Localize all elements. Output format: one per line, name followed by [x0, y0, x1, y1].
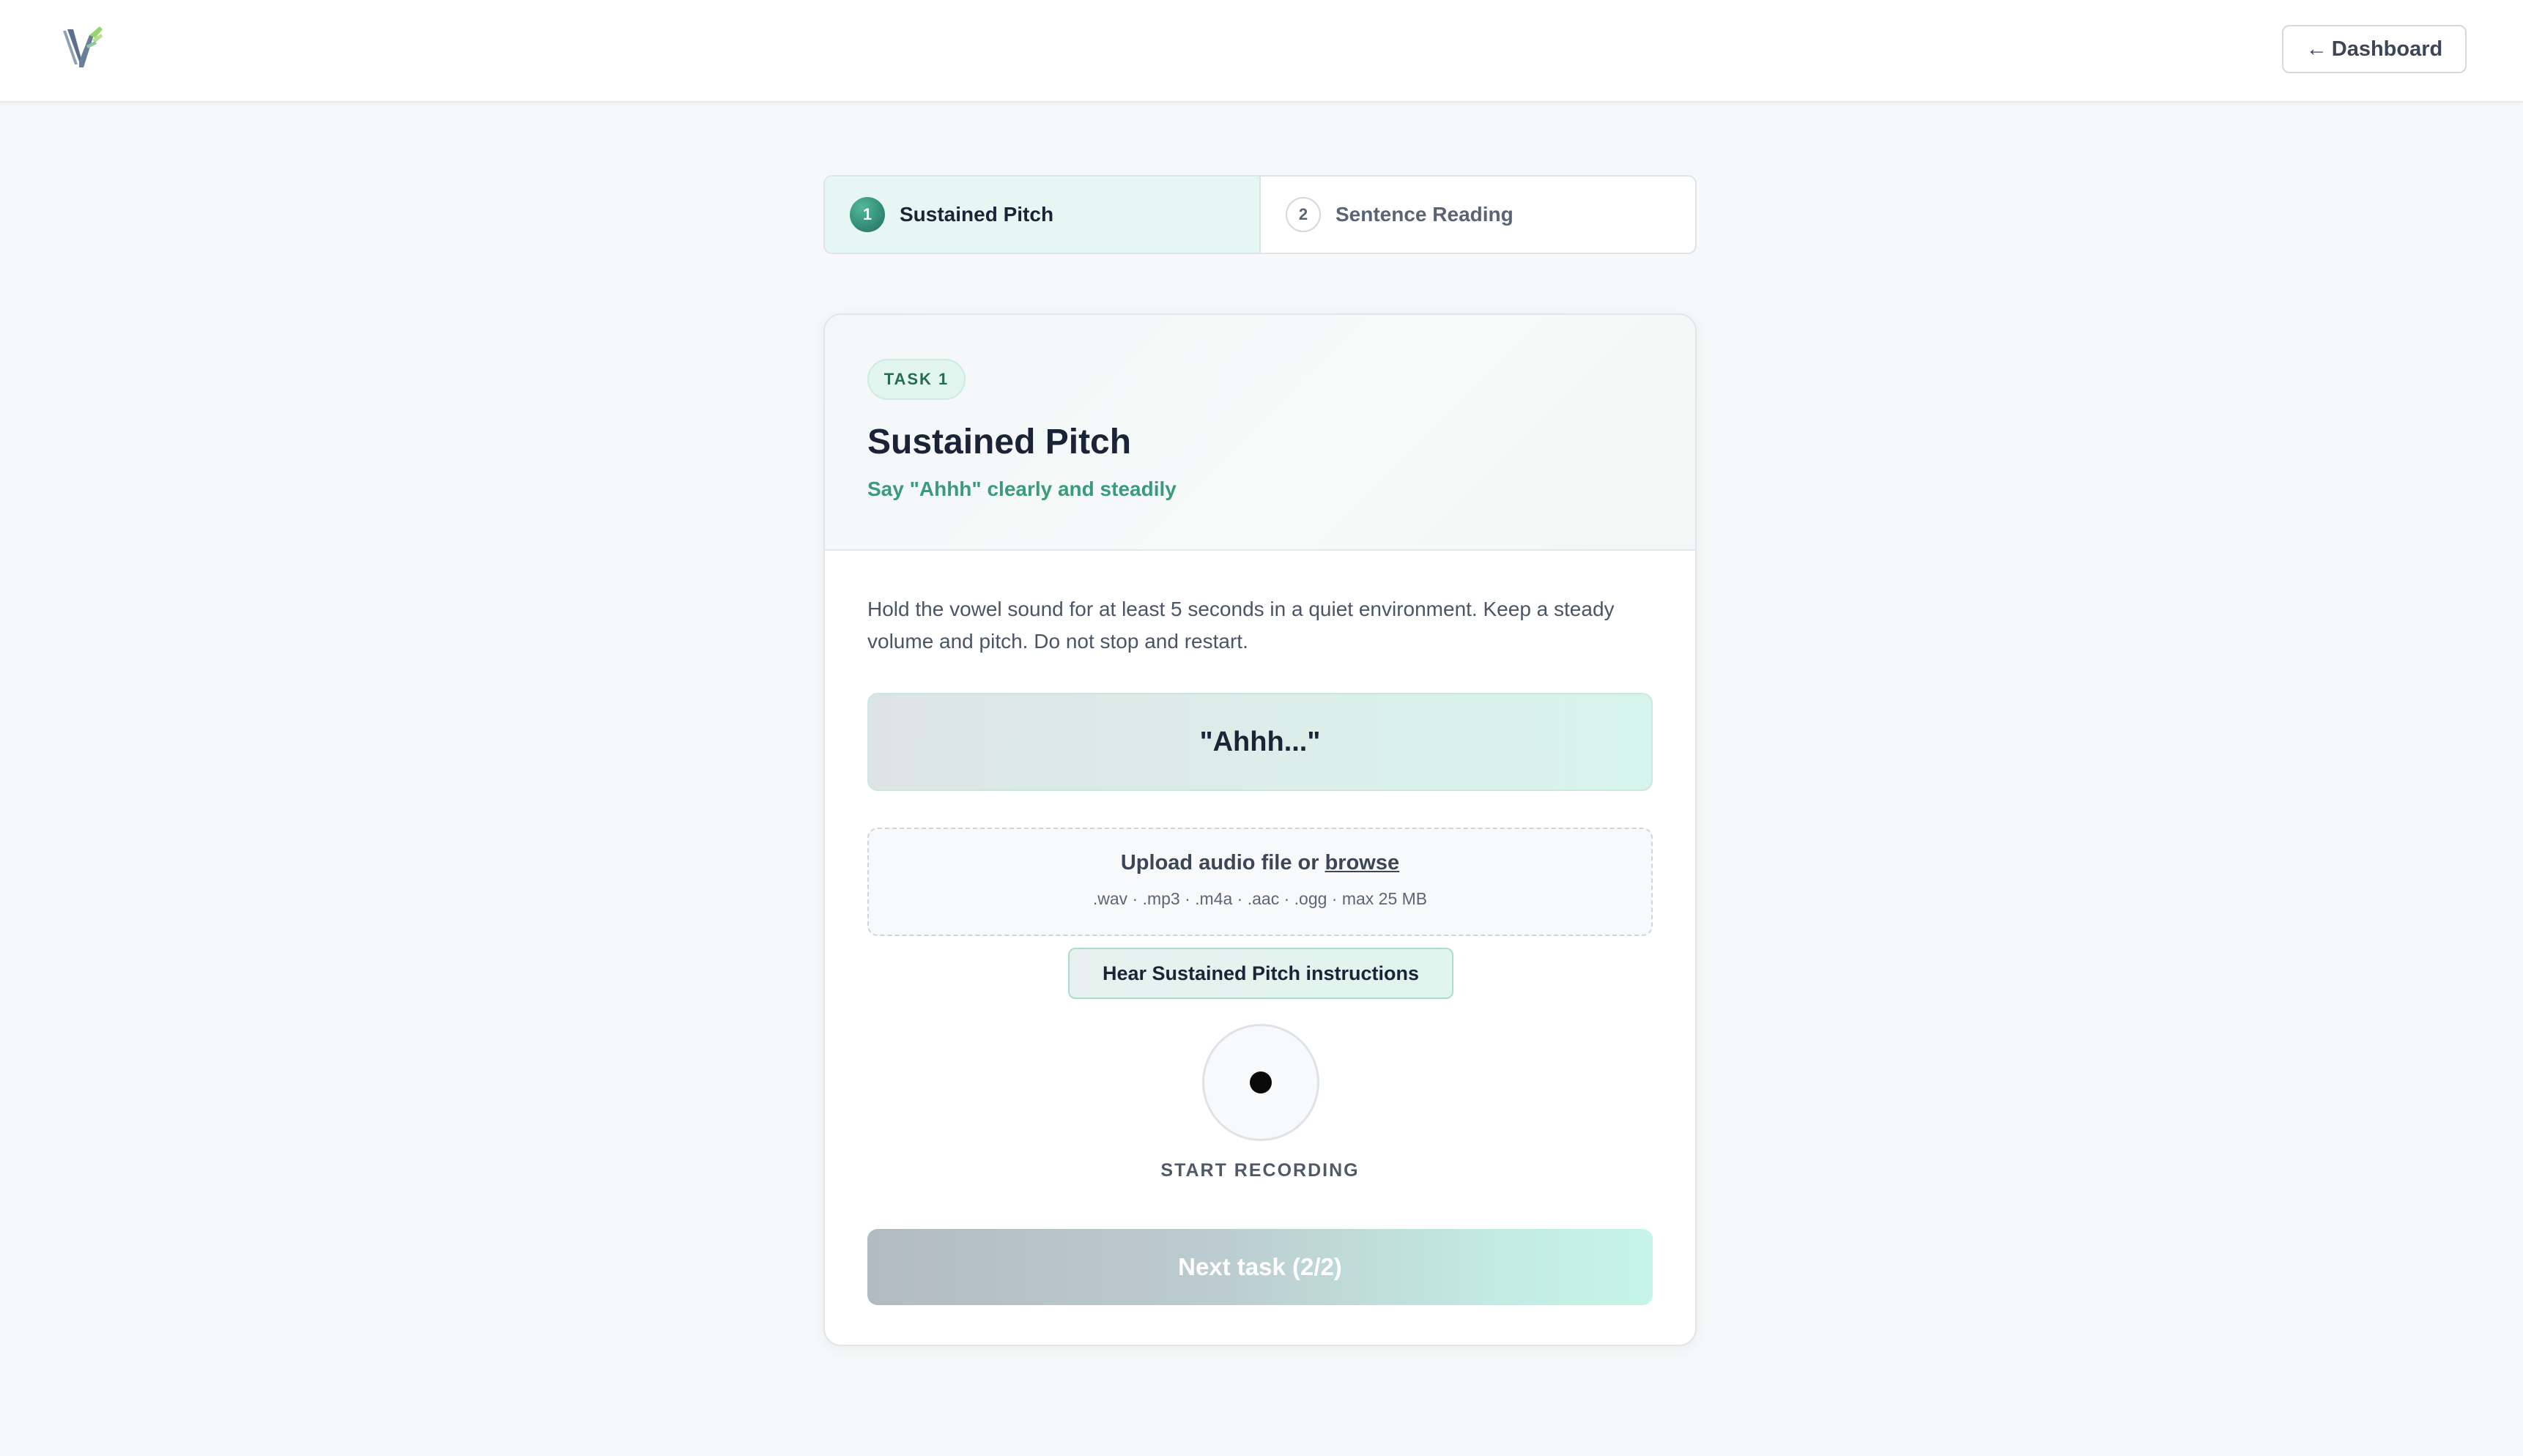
task-stepper: 1 Sustained Pitch 2 Sentence Reading — [823, 175, 1697, 254]
arrow-left-icon: ← — [2305, 37, 2327, 61]
next-task-button[interactable]: Next task (2/2) — [867, 1229, 1653, 1305]
task-badge: TASK 1 — [867, 359, 966, 400]
upload-formats: .wav · .mp3 · .m4a · .aac · .ogg · max 2… — [1092, 889, 1428, 908]
task-card-header: TASK 1 Sustained Pitch Say "Ahhh" clearl… — [825, 315, 1695, 551]
step-label: Sustained Pitch — [900, 203, 1054, 226]
upload-label: Upload audio file or browse — [869, 851, 1651, 875]
vocal-prompt: "Ahhh..." — [867, 693, 1653, 791]
task-subtitle: Say "Ahhh" clearly and steadily — [867, 478, 1177, 500]
step-label: Sentence Reading — [1335, 203, 1514, 226]
hear-instructions-button[interactable]: Hear Sustained Pitch instructions — [1068, 948, 1453, 999]
browse-link[interactable]: browse — [1325, 851, 1400, 874]
audio-upload-dropzone[interactable]: Upload audio file or browse .wav · .mp3 … — [867, 828, 1653, 936]
record-dot-icon — [1250, 1071, 1272, 1093]
vocal-prompt-text: "Ahhh..." — [1199, 726, 1321, 757]
v-logo-icon[interactable] — [57, 23, 108, 75]
dashboard-button[interactable]: ← Dashboard — [2282, 25, 2467, 73]
task-description: Hold the vowel sound for at least 5 seco… — [867, 598, 1615, 653]
step-sustained-pitch[interactable]: 1 Sustained Pitch — [825, 177, 1261, 253]
step-number: 1 — [850, 197, 885, 232]
task-card: TASK 1 Sustained Pitch Say "Ahhh" clearl… — [823, 313, 1697, 1346]
upload-text: Upload audio file or — [1120, 851, 1319, 874]
start-recording-label: START RECORDING — [1160, 1160, 1360, 1181]
start-recording-button[interactable] — [1202, 1024, 1319, 1141]
step-sentence-reading[interactable]: 2 Sentence Reading — [1261, 177, 1695, 253]
task-title: Sustained Pitch — [867, 423, 1132, 461]
step-number: 2 — [1286, 197, 1321, 232]
dashboard-button-label: Dashboard — [2331, 37, 2443, 61]
top-bar: ← Dashboard — [0, 0, 2523, 103]
